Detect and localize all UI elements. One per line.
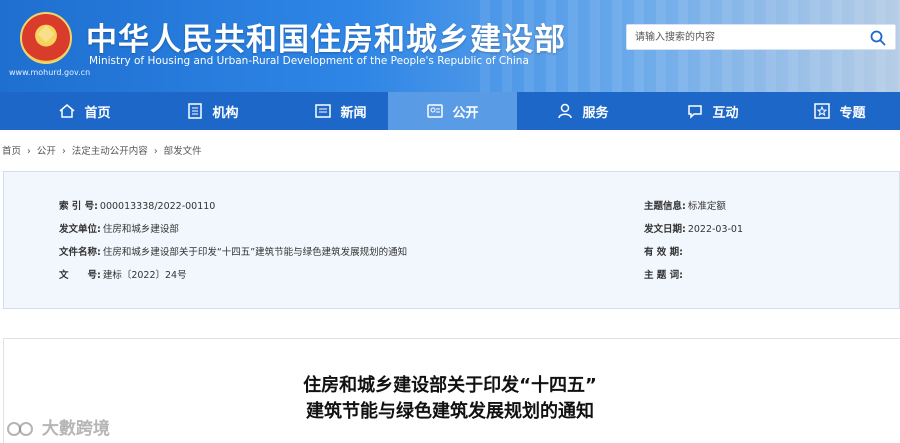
- topic-icon: [814, 103, 831, 119]
- nav-item-topic[interactable]: 专题: [775, 92, 900, 130]
- nav-label-home: 首页: [84, 105, 111, 121]
- info-label: 发文日期:: [644, 224, 686, 235]
- site-header: www.mohurd.gov.cn 中华人民共和国住房和城乡建设部 Minist…: [0, 0, 900, 92]
- info-value: 住房和城乡建设部: [102, 224, 179, 235]
- nav-label-open: 公开: [452, 105, 479, 121]
- breadcrumb-current[interactable]: 部发文件: [164, 146, 202, 157]
- open-icon: [427, 104, 444, 118]
- search-icon[interactable]: [869, 29, 887, 47]
- site-url: www.mohurd.gov.cn: [9, 68, 91, 77]
- nav-item-interact[interactable]: 互动: [648, 92, 777, 130]
- search-box: [626, 24, 896, 50]
- breadcrumb-separator: ›: [27, 146, 31, 157]
- watermark-text: 大數跨境: [41, 419, 110, 439]
- info-label: 文 号:: [59, 270, 101, 281]
- nav-label-service: 服务: [582, 105, 609, 121]
- breadcrumb-separator: ›: [153, 146, 158, 157]
- interact-icon: [688, 105, 703, 119]
- info-label: 发文单位:: [59, 224, 101, 235]
- breadcrumb-home[interactable]: 首页: [2, 146, 21, 157]
- info-value: 2022-03-01: [687, 224, 744, 235]
- breadcrumb: 首页 › 公开 › 法定主动公开内容 › 部发文件: [2, 143, 205, 157]
- article-title-line-2: 建筑节能与绿色建筑发展规划的通知: [306, 401, 594, 422]
- info-keywords: 主 题 词:: [644, 267, 685, 281]
- home-icon: [59, 104, 75, 118]
- info-value: 标准定额: [687, 201, 726, 212]
- watermark: 大數跨境: [6, 414, 110, 439]
- service-icon: [558, 103, 573, 119]
- nav-label-organization: 机构: [212, 105, 239, 121]
- info-label: 索 引 号:: [59, 201, 98, 212]
- info-date: 发文日期: 2022-03-01: [644, 221, 743, 235]
- document-info-panel: 索 引 号: 000013338/2022-00110 发文单位: 住房和城乡建设部…: [3, 171, 900, 309]
- nav-item-service[interactable]: 服务: [518, 92, 647, 130]
- nav-label-interact: 互动: [712, 105, 739, 121]
- info-filename: 文件名称: 住房和城乡建设部关于印发“十四五”建筑节能与绿色建筑发展规划的通知: [59, 244, 407, 258]
- info-value: 建标〔2022〕24号: [102, 270, 187, 281]
- breadcrumb-open[interactable]: 公开: [37, 146, 56, 157]
- breadcrumb-separator: ›: [61, 146, 66, 157]
- info-label: 主题信息:: [644, 201, 686, 212]
- search-input[interactable]: [635, 25, 855, 49]
- info-subject: 主题信息: 标准定额: [644, 198, 726, 212]
- nav-item-news[interactable]: 新闻: [276, 92, 405, 130]
- nav-label-topic: 专题: [839, 105, 866, 121]
- watermark-logo-icon: [7, 422, 33, 436]
- info-issuer: 发文单位: 住房和城乡建设部: [59, 221, 179, 235]
- info-value: 000013338/2022-00110: [99, 201, 216, 212]
- site-subtitle: Ministry of Housing and Urban-Rural Deve…: [89, 55, 529, 67]
- article-title-line-1: 住房和城乡建设部关于印发“十四五”: [303, 375, 597, 396]
- info-value: 住房和城乡建设部关于印发“十四五”建筑节能与绿色建筑发展规划的通知: [102, 247, 408, 258]
- news-icon: [315, 104, 332, 118]
- national-emblem-icon[interactable]: [20, 12, 72, 64]
- breadcrumb-statutory[interactable]: 法定主动公开内容: [72, 146, 148, 157]
- nav-label-news: 新闻: [340, 105, 367, 121]
- info-label: 有 效 期:: [644, 247, 683, 258]
- nav-item-home[interactable]: 首页: [20, 92, 149, 130]
- building-icon: [188, 103, 203, 119]
- info-document-number: 文 号: 建标〔2022〕24号: [59, 267, 187, 281]
- nav-item-organization[interactable]: 机构: [148, 92, 277, 130]
- info-label: 主 题 词:: [644, 270, 683, 281]
- site-title[interactable]: 中华人民共和国住房和城乡建设部: [86, 14, 566, 59]
- info-validity: 有 效 期:: [644, 244, 685, 258]
- nav-item-open[interactable]: 公开: [388, 92, 517, 130]
- main-nav: 首页 机构 新闻 公开 服务 互动 专题: [0, 92, 900, 130]
- info-label: 文件名称:: [59, 247, 101, 258]
- info-index-number: 索 引 号: 000013338/2022-00110: [59, 198, 215, 212]
